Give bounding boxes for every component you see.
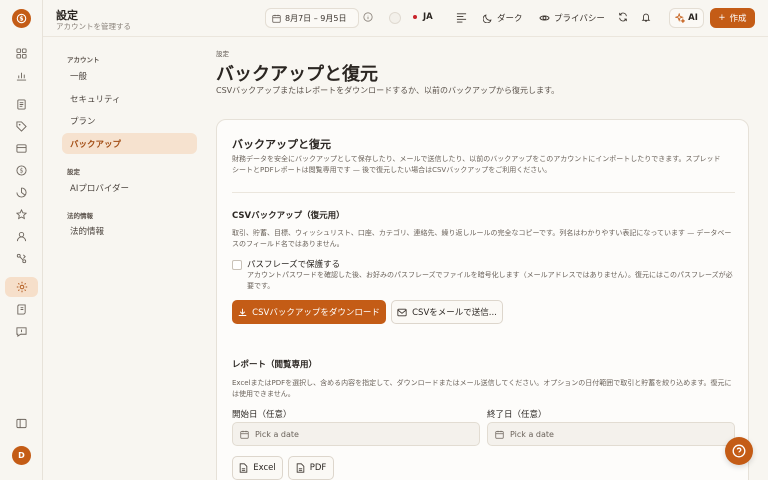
nav-item-general[interactable]: 一般	[62, 65, 197, 86]
divider	[232, 192, 735, 193]
calendar-icon	[272, 14, 281, 23]
icon-rail: $ $ D	[0, 0, 43, 480]
language-selector[interactable]: JA	[413, 12, 433, 22]
create-label: 作成	[729, 14, 747, 24]
email-csv-label: CSVをメールで送信...	[412, 308, 497, 318]
start-date-input[interactable]: Pick a date	[232, 422, 480, 446]
archive-icon[interactable]	[8, 138, 35, 158]
refresh-icon[interactable]	[618, 12, 628, 22]
privacy-label: プライバシー	[554, 14, 605, 24]
card-title: バックアップと復元	[232, 138, 331, 151]
tag-icon[interactable]	[8, 116, 35, 136]
end-date-label: 終了日（任意）	[487, 410, 547, 420]
svg-text:$: $	[19, 16, 23, 23]
nav-group-preferences: 設定	[67, 168, 80, 176]
theme-label: ダーク	[497, 14, 523, 24]
privacy-toggle-button[interactable]: プライバシー	[539, 12, 605, 24]
start-date-placeholder: Pick a date	[255, 429, 299, 439]
page-subtitle: CSVバックアップまたはレポートをダウンロードするか、以前のバックアップから復元…	[216, 86, 560, 95]
info-icon[interactable]	[363, 12, 373, 24]
nav-group-account: アカウント	[67, 56, 100, 64]
report-section-description: ExcelまたはPDFを選択し、含める内容を指定して、ダウンロードまたはメール送…	[232, 379, 732, 398]
download-csv-label: CSVバックアップをダウンロード	[252, 308, 380, 318]
eye-icon	[539, 13, 550, 23]
plus-icon: +	[718, 13, 726, 23]
collapse-sidebar-icon[interactable]	[8, 413, 35, 433]
nav-item-legal[interactable]: 法的情報	[62, 220, 197, 241]
piggy-bank-icon[interactable]	[8, 182, 35, 202]
scroll-icon[interactable]	[8, 299, 35, 319]
feedback-icon[interactable]	[8, 321, 35, 341]
passphrase-description: アカウントパスワードを確認した後、お好みのパスフレーズでファイルを暗号化します（…	[247, 271, 733, 290]
avatar[interactable]: D	[12, 446, 31, 465]
help-button[interactable]	[725, 437, 753, 465]
nav-group-legal: 法的情報	[67, 212, 93, 220]
card-description: 財務データを安全にバックアップとして保存したり、メールで送信したり、以前のバック…	[232, 155, 721, 174]
report-section-title: レポート（閲覧専用）	[232, 360, 318, 370]
settings-icon[interactable]	[5, 277, 38, 297]
theme-toggle-button[interactable]: ダーク	[483, 12, 523, 24]
dollar-icon[interactable]: $	[8, 160, 35, 180]
start-date-label: 開始日（任意）	[232, 410, 292, 420]
app-logo-icon[interactable]: $	[12, 9, 31, 28]
ai-label: AI	[688, 13, 698, 23]
repeat-icon[interactable]	[8, 248, 35, 268]
backup-card: バックアップと復元 財務データを安全にバックアップとして保存したり、メールで送信…	[216, 119, 749, 480]
bell-icon[interactable]	[641, 12, 651, 22]
passphrase-checkbox[interactable]	[232, 260, 242, 270]
chart-icon[interactable]	[8, 65, 35, 85]
csv-section-title: CSVバックアップ（復元用）	[232, 211, 345, 221]
calendar-icon	[495, 430, 504, 439]
breadcrumb: 設定	[216, 50, 229, 58]
status-indicator	[389, 12, 401, 24]
language-label: JA	[423, 12, 433, 22]
text-align-icon[interactable]	[456, 12, 467, 23]
pdf-label: PDF	[309, 463, 327, 473]
nav-item-security[interactable]: セキュリティ	[62, 88, 197, 109]
end-date-placeholder: Pick a date	[510, 429, 554, 439]
create-button[interactable]: + 作成	[710, 8, 755, 28]
download-icon	[238, 308, 247, 317]
end-date-input[interactable]: Pick a date	[487, 422, 735, 446]
sparkle-icon	[675, 13, 686, 23]
file-icon	[239, 463, 248, 473]
nav-item-plan[interactable]: プラン	[62, 110, 197, 131]
star-icon[interactable]	[8, 204, 35, 224]
japan-flag-icon	[413, 15, 417, 19]
download-csv-button[interactable]: CSVバックアップをダウンロード	[232, 300, 386, 324]
document-icon[interactable]	[8, 94, 35, 114]
csv-section-description: 取引、貯蓄、目標、ウィッシュリスト、口座、カテゴリ、連絡先、繰り返しルールの完全…	[232, 229, 732, 248]
ai-button[interactable]: AI	[669, 8, 704, 28]
page-header-subtitle: アカウントを管理する	[56, 22, 131, 31]
file-icon	[296, 463, 305, 473]
svg-text:$: $	[20, 167, 24, 174]
calendar-icon	[240, 430, 249, 439]
date-range-label: 8月7日 – 9月5日	[285, 13, 347, 23]
excel-button[interactable]: Excel	[232, 456, 283, 480]
mail-icon	[397, 308, 407, 317]
nav-item-ai-provider[interactable]: AIプロバイダー	[62, 177, 197, 198]
excel-label: Excel	[253, 463, 276, 473]
moon-icon	[483, 13, 493, 23]
page-title: バックアップと復元	[216, 64, 378, 85]
passphrase-label: パスフレーズで保護する	[247, 260, 341, 270]
date-range-picker[interactable]: 8月7日 – 9月5日	[265, 8, 359, 28]
top-header: 設定 アカウントを管理する 8月7日 – 9月5日 JA ダーク プライバシー …	[43, 0, 768, 37]
user-icon[interactable]	[8, 226, 35, 246]
email-csv-button[interactable]: CSVをメールで送信...	[391, 300, 503, 324]
pdf-button[interactable]: PDF	[288, 456, 334, 480]
dashboard-icon[interactable]	[8, 43, 35, 63]
nav-item-backup[interactable]: バックアップ	[62, 133, 197, 154]
help-icon	[732, 444, 746, 458]
